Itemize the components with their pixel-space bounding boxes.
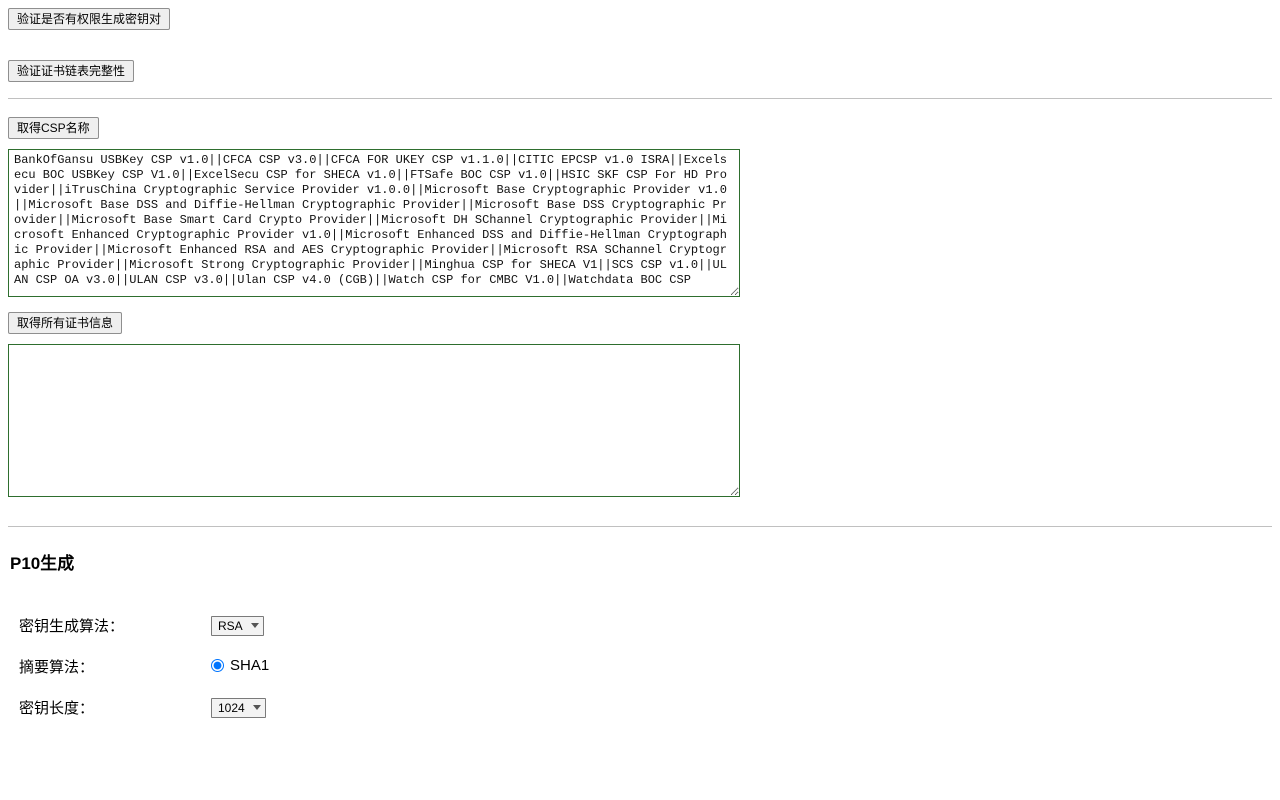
digest-algorithm-sha1-radio[interactable]: SHA1: [211, 657, 269, 674]
p10-heading: P10生成: [8, 549, 1272, 574]
get-csp-name-button[interactable]: 取得CSP名称: [8, 117, 99, 139]
p10-form: 密钥生成算法： RSA 摘要算法： SHA1 密钥长度： 1024: [18, 596, 270, 737]
divider: [8, 526, 1272, 527]
chevron-down-icon: [251, 623, 259, 628]
csp-name-textarea[interactable]: [8, 149, 740, 297]
key-length-value: 1024: [218, 701, 253, 715]
digest-algorithm-sha1-text: SHA1: [230, 657, 269, 674]
get-all-cert-info-button[interactable]: 取得所有证书信息: [8, 312, 122, 334]
key-length-select[interactable]: 1024: [211, 698, 266, 718]
verify-keygen-permission-button[interactable]: 验证是否有权限生成密钥对: [8, 8, 170, 30]
digest-algorithm-sha1-input[interactable]: [211, 659, 224, 672]
key-algorithm-label: 密钥生成算法：: [18, 614, 210, 637]
digest-algorithm-label: 摘要算法：: [18, 655, 210, 678]
verify-cert-chain-integrity-button[interactable]: 验证证书链表完整性: [8, 60, 134, 82]
cert-info-textarea[interactable]: [8, 344, 740, 497]
chevron-down-icon: [253, 705, 261, 710]
divider: [8, 98, 1272, 99]
key-algorithm-value: RSA: [218, 619, 251, 633]
key-length-label: 密钥长度：: [18, 696, 210, 719]
key-algorithm-select[interactable]: RSA: [211, 616, 264, 636]
